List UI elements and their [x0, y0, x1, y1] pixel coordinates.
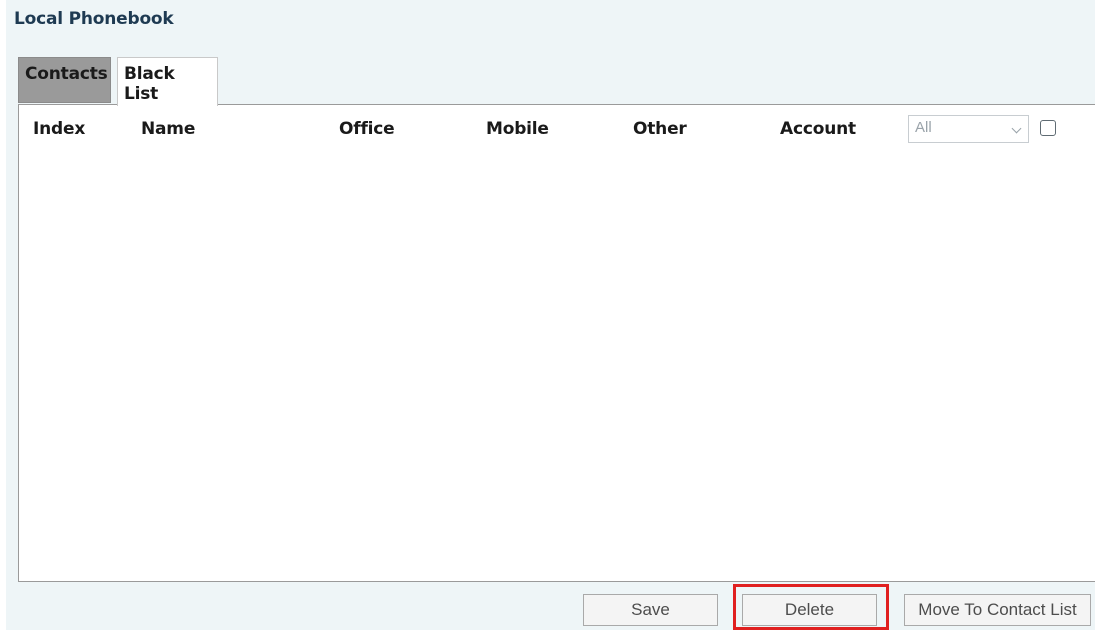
delete-button[interactable]: Delete [742, 594, 877, 626]
column-header-index[interactable]: Index [33, 119, 85, 139]
black-list-table: Index Name Office Mobile Other Account A… [18, 104, 1095, 582]
column-header-other[interactable]: Other [633, 119, 687, 139]
page-title: Local Phonebook [14, 9, 174, 29]
chevron-down-icon [1011, 123, 1022, 134]
column-header-office[interactable]: Office [339, 119, 395, 139]
account-filter-select[interactable]: All [908, 115, 1029, 143]
column-header-name[interactable]: Name [141, 119, 195, 139]
account-filter-value: All [915, 119, 932, 136]
save-button[interactable]: Save [583, 594, 718, 626]
tab-contacts[interactable]: Contacts [18, 57, 111, 103]
tab-black-list[interactable]: Black List [117, 57, 218, 106]
move-to-contact-list-button[interactable]: Move To Contact List [904, 594, 1091, 626]
column-header-account[interactable]: Account [780, 119, 856, 139]
column-header-mobile[interactable]: Mobile [486, 119, 549, 139]
phonebook-page: Local Phonebook Contacts Black List Inde… [6, 0, 1095, 630]
select-all-checkbox[interactable] [1040, 120, 1056, 136]
